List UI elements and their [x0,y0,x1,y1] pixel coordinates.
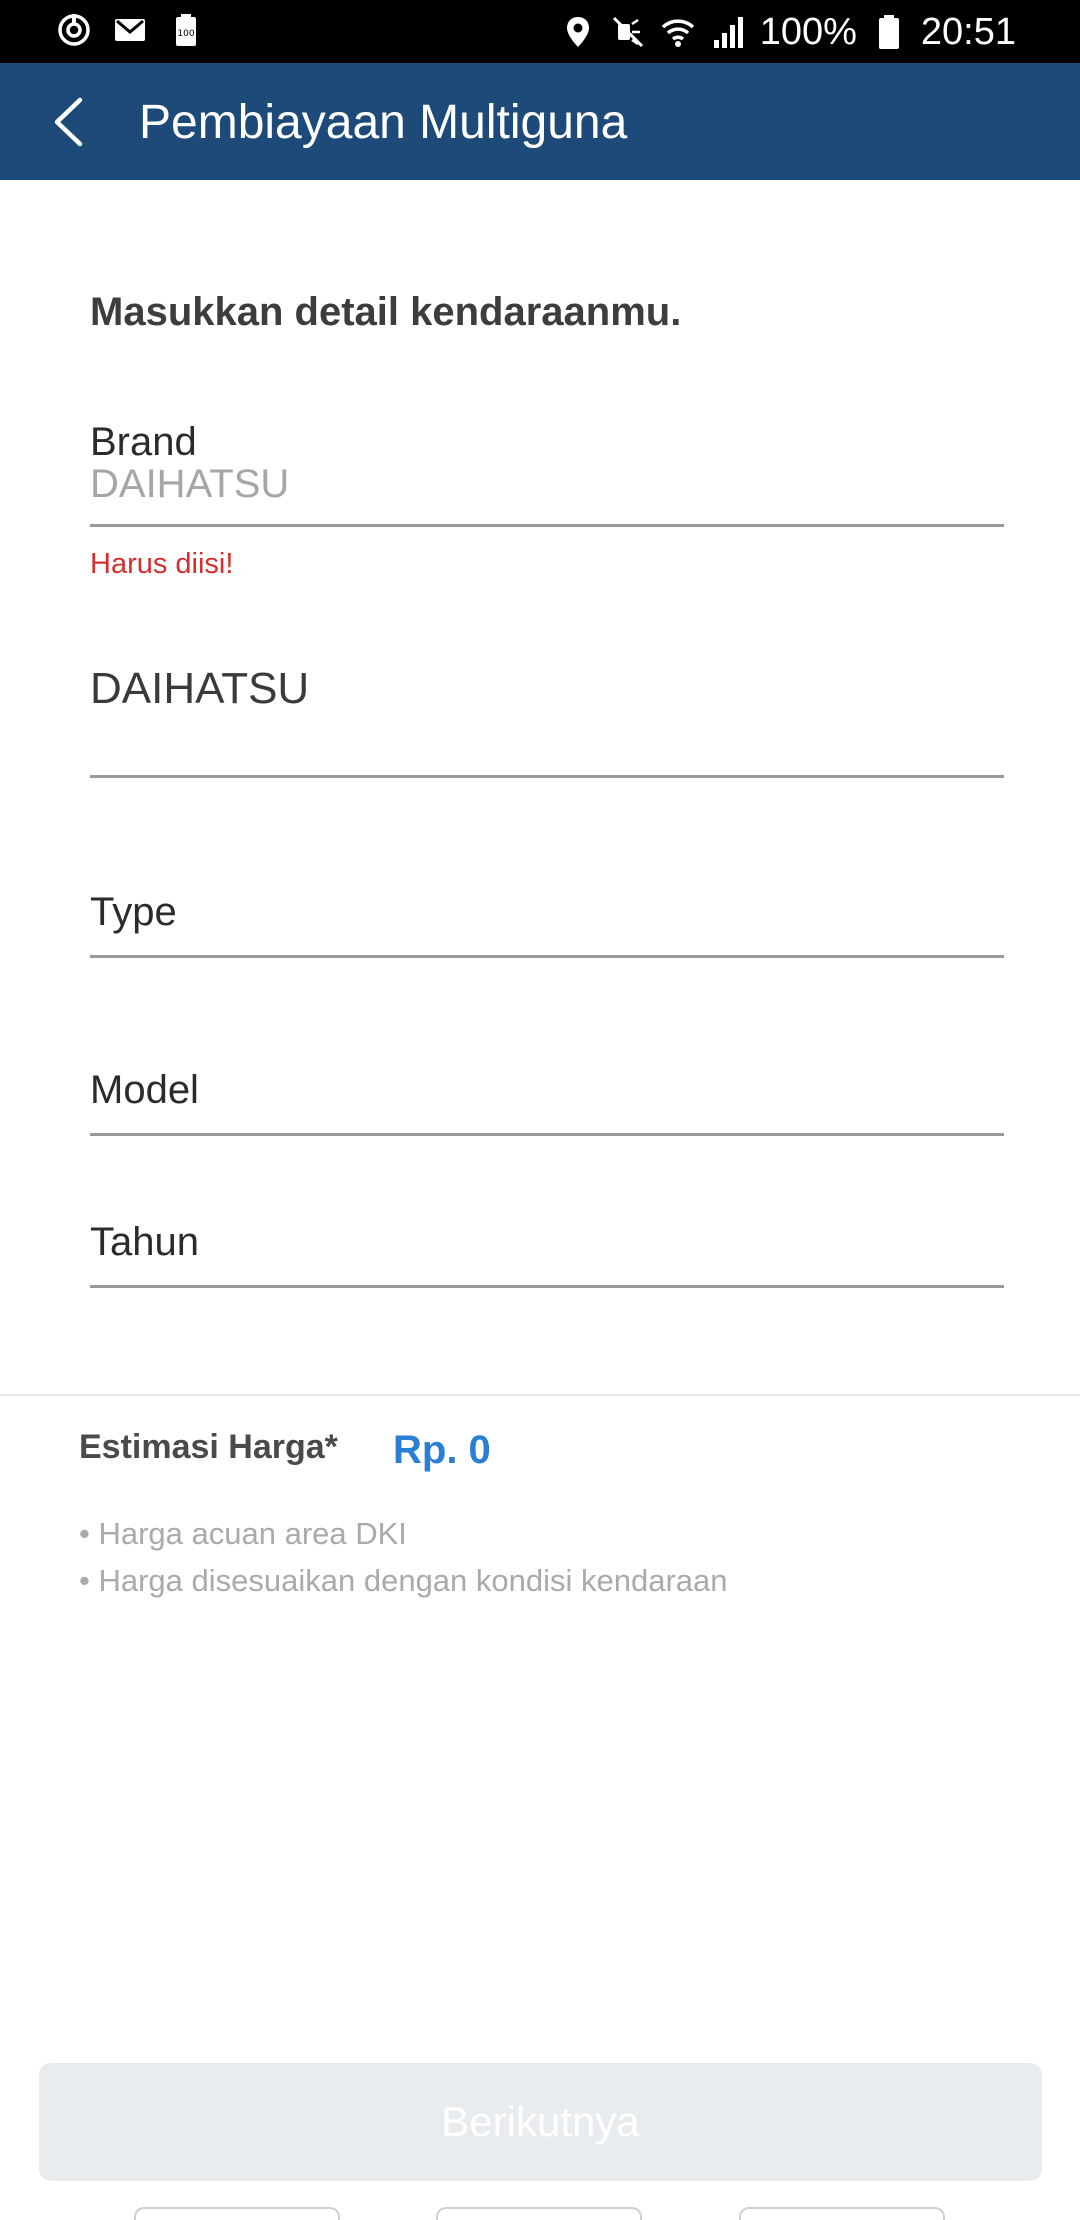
next-button[interactable]: Berikutnya [39,2063,1042,2181]
bottom-nav-tab-1[interactable] [134,2207,340,2220]
type-label: Type [90,890,177,934]
battery-percent: 100% [759,11,857,53]
model-label: Model [90,1068,199,1112]
brand-select[interactable]: DAIHATSU [90,660,1004,780]
svg-text:100: 100 [177,29,194,39]
page-title: Pembiayaan Multiguna [139,96,628,149]
status-bar: 100 100% 20:51 [0,0,1080,63]
brand-placeholder: DAIHATSU [90,462,290,506]
sync-icon [58,14,90,46]
next-button-label: Berikutnya [441,2098,640,2145]
status-right-icons: 100% 20:51 [560,8,1016,56]
bottom-nav-tab-3[interactable] [739,2207,945,2220]
type-field[interactable]: Type [90,890,1004,960]
brand-error-message: Harus diisi! [90,548,234,580]
signal-icon [713,17,743,48]
brand-selected-value: DAIHATSU [90,664,310,713]
battery-icon [878,15,899,49]
clock: 20:51 [920,11,1016,53]
tahun-underline [90,1285,1004,1288]
estimate-value: Rp. 0 [393,1428,491,1472]
estimate-note-2: • Harga disesuaikan dengan kondisi kenda… [79,1563,728,1598]
model-field[interactable]: Model [90,1068,1004,1138]
model-underline [90,1133,1004,1136]
bottom-nav-tab-2[interactable] [436,2207,642,2220]
estimate-note-1: • Harga acuan area DKI [79,1516,407,1551]
chevron-left-icon[interactable] [40,91,102,153]
estimate-label: Estimasi Harga* [79,1428,338,1466]
section-divider [0,1394,1080,1396]
brand-select-underline [90,775,1004,778]
brand-field[interactable]: Brand DAIHATSU [90,420,1004,530]
tahun-label: Tahun [90,1220,199,1264]
form-heading: Masukkan detail kendaraanmu. [90,290,682,334]
status-left-icons: 100 [56,12,204,48]
screen: 100 100% 20:51 Pembiayaan Multiguna Masu… [0,0,1080,2220]
gmail-icon [115,19,145,41]
wifi-icon [661,19,694,47]
tahun-field[interactable]: Tahun [90,1220,1004,1290]
brand-label: Brand [90,420,197,464]
app-bar: Pembiayaan Multiguna [0,63,1080,180]
battery-saver-icon: 100 [176,14,196,46]
location-icon [566,17,589,47]
type-underline [90,955,1004,958]
brand-underline [90,524,1004,527]
mute-icon [612,16,643,48]
